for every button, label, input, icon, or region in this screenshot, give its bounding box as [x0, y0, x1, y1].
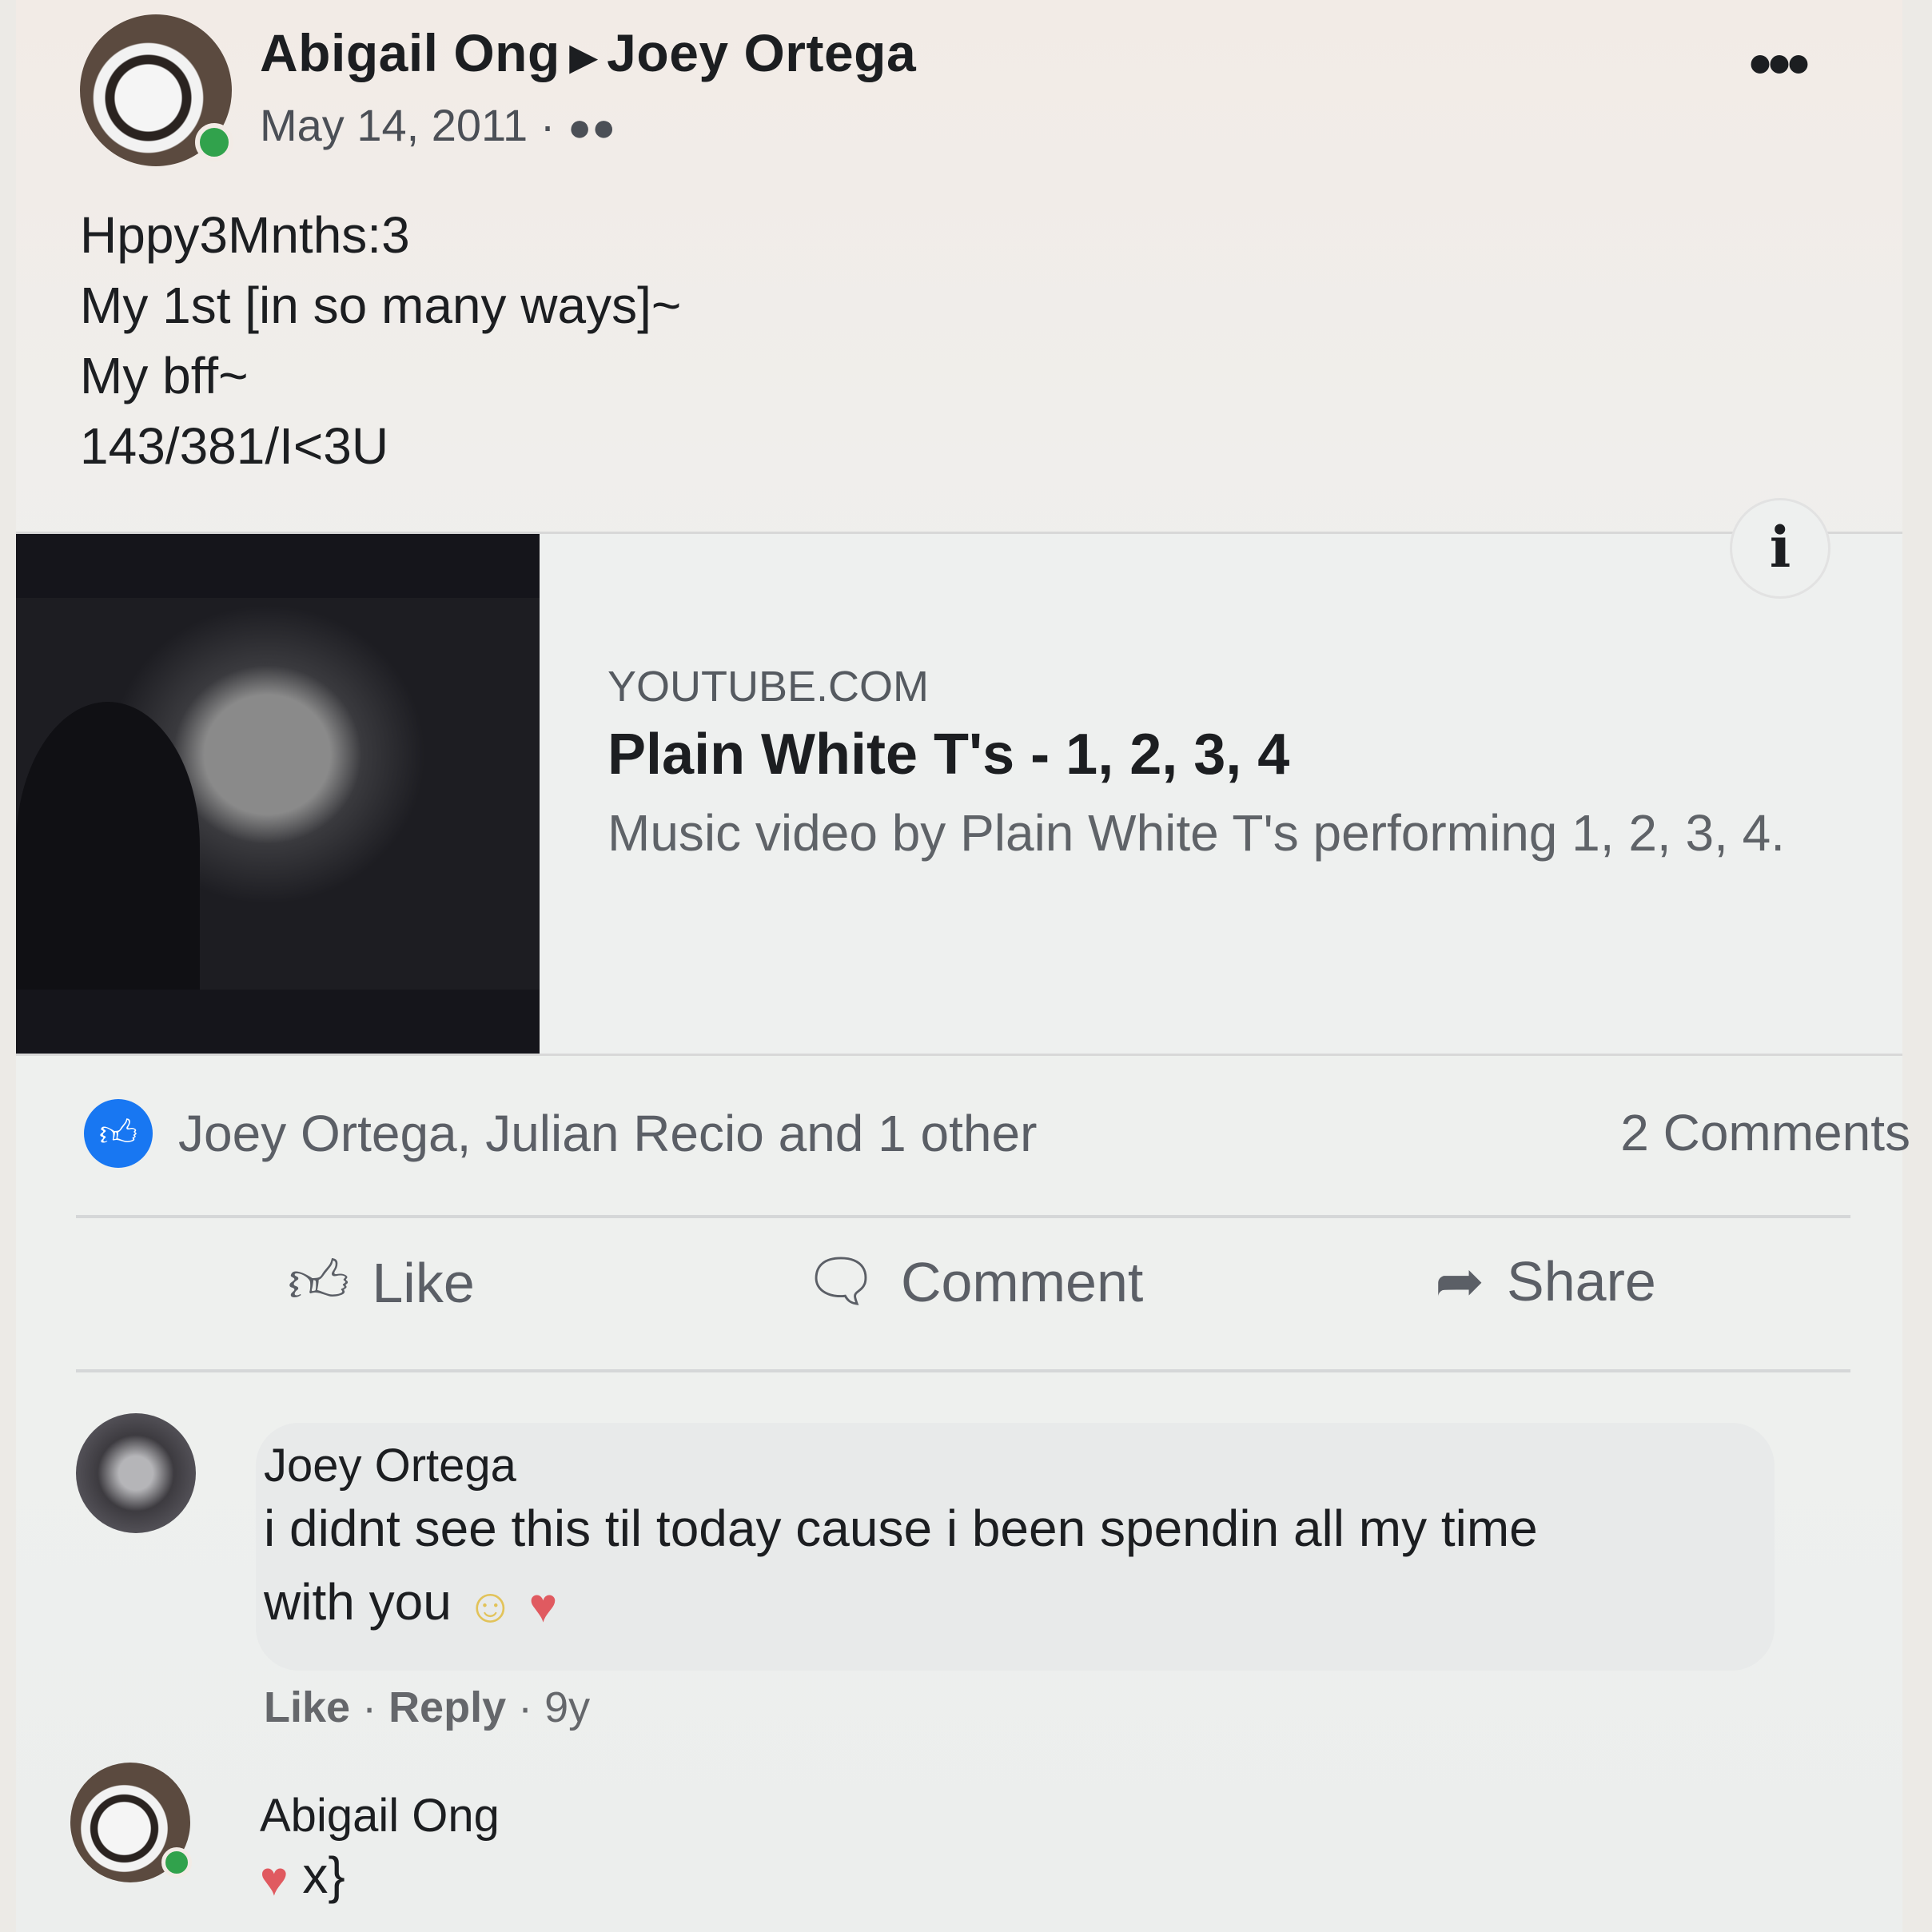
post-card: Abigail Ong ▶ Joey Ortega May 14, 2011 · ●…: [16, 0, 1910, 1932]
post-meta: May 14, 2011 · ●●: [260, 99, 615, 151]
commenter-name-link[interactable]: Abigail Ong: [260, 1789, 500, 1842]
thumbs-up-icon: 👍︎: [84, 1099, 153, 1168]
comment-text-line: i didnt see this til today cause i been …: [264, 1500, 1538, 1557]
commenter-avatar[interactable]: [76, 1413, 196, 1533]
commenter-name-link[interactable]: Joey Ortega: [264, 1439, 516, 1492]
friends-icon: ●●: [567, 105, 616, 149]
link-preview-card[interactable]: i YOUTUBE.COM Plain White T's - 1, 2, 3,…: [16, 498, 1902, 1056]
author-name-link[interactable]: Abigail Ong: [260, 23, 560, 82]
online-status-dot: [161, 1847, 192, 1878]
comment-meta: Like · Reply · 9y: [264, 1683, 591, 1731]
comment-text-line-wrap: with you ☺ ♥: [264, 1565, 1783, 1643]
comment-text: i didnt see this til today cause i been …: [264, 1492, 1783, 1643]
recipient-name-link[interactable]: Joey Ortega: [607, 23, 916, 82]
author-avatar[interactable]: [80, 14, 233, 166]
post-text-line: My 1st [in so many ways]~: [80, 277, 682, 334]
link-domain: YOUTUBE.COM: [607, 663, 930, 711]
link-title[interactable]: Plain White T's - 1, 2, 3, 4: [607, 722, 1289, 787]
post-header-names: Abigail Ong ▶ Joey Ortega: [260, 22, 916, 83]
heart-emoji-icon: ♥: [260, 1852, 289, 1906]
comment-text: ♥ x}: [260, 1838, 1779, 1916]
info-icon[interactable]: i: [1730, 498, 1830, 599]
divider: [76, 1369, 1850, 1372]
divider: [76, 1215, 1850, 1218]
share-label: Share: [1507, 1250, 1656, 1313]
thumbs-up-outline-icon: 👍︎: [288, 1249, 350, 1315]
comment-like-link[interactable]: Like: [264, 1683, 350, 1731]
more-options-button[interactable]: •••: [1749, 32, 1810, 96]
comment-reply-link[interactable]: Reply: [388, 1683, 506, 1731]
thumbnail-figure: [16, 702, 200, 990]
like-label: Like: [372, 1251, 475, 1314]
post-date-link[interactable]: May 14, 2011 ·: [260, 100, 555, 150]
comment-text-line: with you: [264, 1573, 452, 1631]
online-status-dot: [195, 123, 233, 161]
heart-emoji-icon: ♥: [528, 1579, 558, 1633]
comment-label: Comment: [900, 1250, 1144, 1313]
video-thumbnail[interactable]: [16, 534, 540, 1054]
speech-bubble-icon: 🗨︎: [803, 1248, 878, 1314]
comment-button[interactable]: 🗨︎ Comment: [803, 1247, 1143, 1317]
link-description: Music video by Plain White T's performin…: [607, 804, 1785, 862]
comment-age: 9y: [544, 1683, 591, 1731]
smile-emoji-icon: ☺: [465, 1579, 515, 1633]
post-text-line: Hppy3Mnths:3: [80, 206, 410, 264]
share-arrow-icon: ➦: [1435, 1248, 1485, 1314]
like-button[interactable]: 👍︎ Like: [288, 1247, 475, 1318]
post-text-line: My bff~: [80, 347, 249, 404]
comment-text-line: x}: [302, 1846, 345, 1904]
commenter-avatar[interactable]: [70, 1763, 192, 1882]
share-button[interactable]: ➦ Share: [1435, 1247, 1656, 1316]
reaction-names: Joey Ortega, Julian Recio and 1 other: [178, 1105, 1038, 1162]
action-bar: 👍︎ Like 🗨︎ Comment ➦ Share: [76, 1247, 1850, 1335]
comments-count-link[interactable]: 2 Comments: [1620, 1103, 1910, 1162]
arrow-right-icon: ▶: [569, 38, 598, 78]
reaction-summary[interactable]: 👍︎ Joey Ortega, Julian Recio and 1 other: [84, 1099, 1037, 1168]
post-text-line: 143/381/I<3U: [80, 417, 389, 475]
post-text: Hppy3Mnths:3 My 1st [in so many ways]~ M…: [80, 200, 681, 481]
